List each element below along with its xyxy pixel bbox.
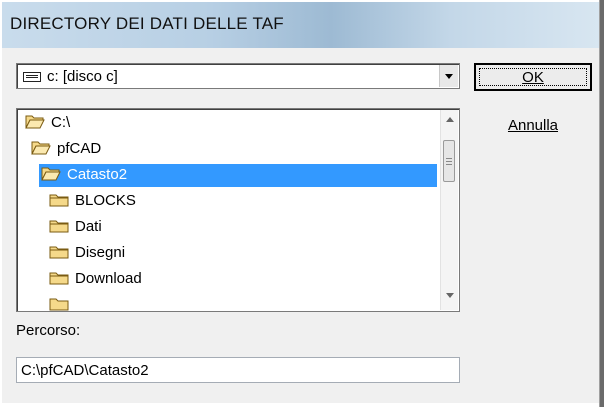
folder-icon: [49, 194, 69, 207]
scroll-thumb[interactable]: [443, 140, 455, 182]
path-field-value: C:\pfCAD\Catasto2: [21, 362, 149, 379]
drive-icon: [23, 72, 41, 82]
folder-icon: [49, 246, 69, 259]
folder-item-label: Download: [75, 270, 142, 287]
open-folder-icon: [31, 141, 51, 155]
grip-line: [446, 164, 452, 165]
grip-line: [446, 161, 452, 162]
scroll-up-icon[interactable]: [446, 117, 454, 122]
folder-item-label: Disegni: [75, 244, 126, 261]
ok-button[interactable]: OK: [474, 63, 592, 91]
title-bar[interactable]: DIRECTORY DEI DATI DELLE TAF: [2, 2, 600, 49]
window-frame-edge: [600, 0, 604, 407]
cancel-button[interactable]: Annulla: [474, 113, 592, 141]
folder-item-label: Dati: [75, 218, 102, 235]
folder-item-label: C:\: [51, 114, 71, 131]
cancel-button-label: Annulla: [507, 117, 559, 134]
folder-icon: [49, 298, 69, 311]
folder-icon: [49, 220, 69, 233]
folder-item-label: pfCAD: [57, 140, 102, 157]
folder-list-scrollbar[interactable]: [440, 110, 458, 310]
directory-dialog: DIRECTORY DEI DATI DELLE TAF c: [disco c…: [0, 0, 604, 407]
window-title: DIRECTORY DEI DATI DELLE TAF: [10, 14, 284, 33]
open-folder-icon: [25, 115, 45, 129]
chevron-down-icon[interactable]: [439, 65, 458, 87]
grip-line: [446, 158, 452, 159]
folder-icon: [49, 272, 69, 285]
drive-select-value: c: [disco c]: [47, 68, 118, 85]
folder-item-label: Catasto2: [67, 166, 128, 183]
path-field[interactable]: C:\pfCAD\Catasto2: [16, 357, 460, 383]
ok-button-label: OK: [522, 69, 544, 86]
folder-item-label: BLOCKS: [75, 192, 136, 209]
open-folder-icon: [41, 167, 61, 181]
scroll-down-icon[interactable]: [446, 293, 454, 298]
path-label: Percorso:: [16, 322, 81, 339]
drive-select[interactable]: c: [disco c]: [16, 63, 460, 89]
folder-list[interactable]: C:\ pfCAD Catasto2 BLOCKS Dati Disegni D…: [16, 108, 460, 312]
